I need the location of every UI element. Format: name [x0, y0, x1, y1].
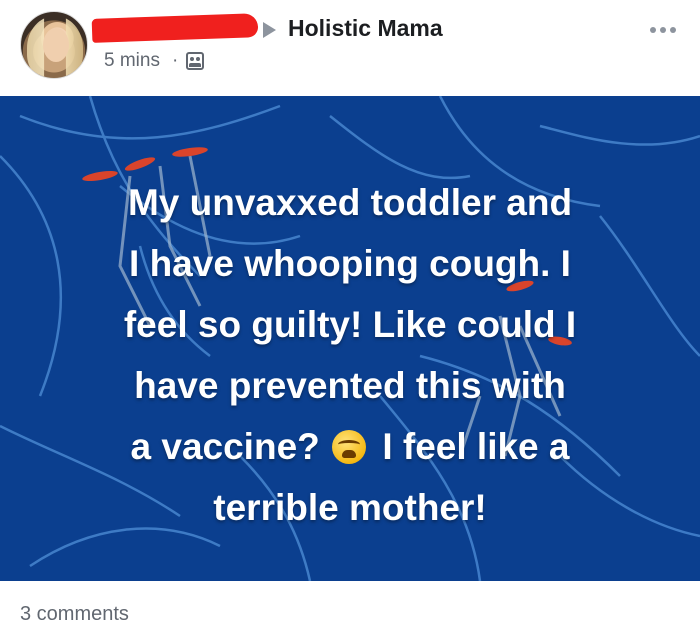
post-footer: 3 comments	[0, 581, 700, 634]
facebook-post: Holistic Mama 5 mins · My unvaxxed toddl…	[0, 0, 700, 634]
group-name-link[interactable]: Holistic Mama	[288, 15, 443, 42]
comments-count-link[interactable]: 3 comments	[20, 603, 129, 626]
post-timestamp[interactable]: 5 mins	[104, 50, 160, 72]
post-header: Holistic Mama 5 mins ·	[0, 0, 700, 96]
post-line: terrible mother!	[213, 487, 487, 528]
author-avatar[interactable]	[20, 11, 88, 79]
post-line-part: I feel like a	[382, 426, 570, 467]
post-line: My unvaxxed toddler and	[127, 182, 573, 223]
avatar-face	[43, 28, 69, 62]
post-background-card: My unvaxxed toddler and I have whooping …	[0, 96, 700, 581]
post-line: have prevented this with	[134, 365, 566, 406]
group-privacy-icon	[186, 52, 204, 70]
more-options-icon[interactable]	[650, 24, 680, 36]
redacted-author-name	[91, 13, 259, 43]
post-line: feel so guilty! Like could I	[123, 304, 577, 345]
post-line: I have whooping cough. I	[129, 243, 571, 284]
timestamp-separator: ·	[172, 50, 179, 71]
arrow-right-icon	[263, 22, 276, 38]
post-line-with-emoji: a vaccine? I feel like a	[40, 416, 660, 477]
weary-face-emoji-icon	[332, 430, 367, 464]
post-body-text: My unvaxxed toddler and I have whooping …	[40, 172, 660, 538]
post-line-part: a vaccine?	[130, 426, 320, 467]
